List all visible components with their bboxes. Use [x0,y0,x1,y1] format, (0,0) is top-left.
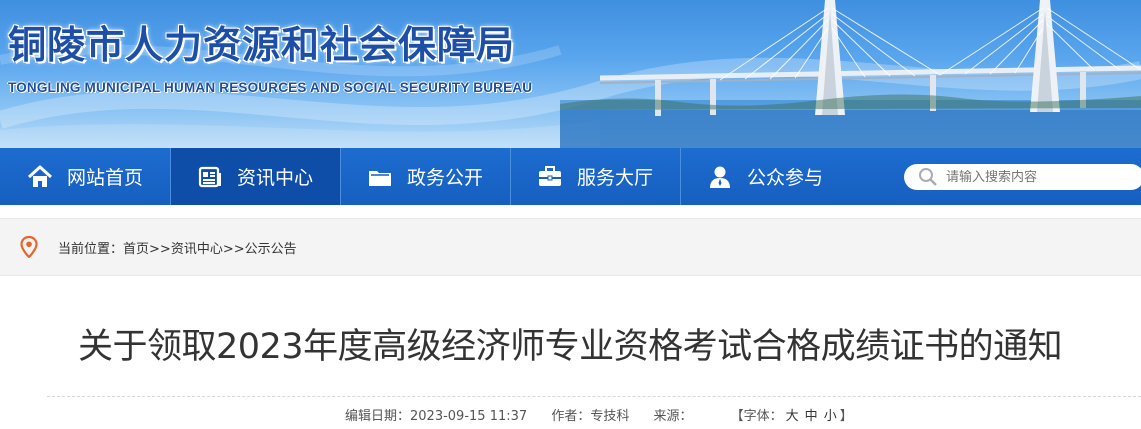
font-size-label: 【字体： [730,409,783,424]
font-size-large-link[interactable]: 大 [786,409,799,424]
author: 作者：专技科 [551,409,629,424]
breadcrumb-separator: >> [149,241,171,257]
nav-item-news[interactable]: 资讯中心 [170,148,340,205]
nav-item-service-hall[interactable]: 服务大厅 [510,148,680,205]
breadcrumb-item-news[interactable]: 资讯中心 [171,242,223,257]
edit-date: 编辑日期：2023-09-15 11:37 [345,409,527,424]
nav-item-public-participation[interactable]: 公众参与 [680,148,850,205]
nav-label-public-participation: 公众参与 [746,167,823,189]
author-value: 专技科 [590,409,630,424]
nav-item-home[interactable]: 网站首页 [0,148,170,205]
nav-label-home: 网站首页 [66,167,143,189]
breadcrumb-separator: >> [222,241,245,257]
font-size-label-close: 】 [839,409,853,424]
source-label: 来源： [653,409,693,424]
briefcase-icon [537,164,563,190]
user-icon [707,164,733,190]
nav-item-gov-affairs[interactable]: 政务公开 [340,148,510,205]
folder-icon [367,164,393,190]
font-size-small-link[interactable]: 小 [824,409,837,424]
search-box [904,164,1141,190]
breadcrumb-item-home[interactable]: 首页 [123,242,149,257]
search-input[interactable] [946,169,1136,185]
bridge-illustration [560,0,1141,148]
site-title: 铜陵市人力资源和社会保障局 [8,23,516,67]
source: 来源： [653,409,692,424]
nav-label-service-hall: 服务大厅 [576,167,653,189]
author-label: 作者： [551,409,591,424]
article-title: 关于领取2023年度高级经济师专业资格考试合格成绩证书的通知 [78,327,1063,367]
breadcrumb: 当前位置：首页>>资讯中心>>公示公告 [58,238,297,257]
edit-date-value: 2023-09-15 11:37 [410,409,528,424]
breadcrumb-prefix: 当前位置： [58,241,124,257]
article-meta: 编辑日期：2023-09-15 11:37 作者：专技科 来源： 【字体：大中小… [345,405,873,424]
breadcrumb-bar: 当前位置：首页>>资讯中心>>公示公告 [0,218,1141,276]
newspaper-icon [197,164,223,190]
header-banner: 铜陵市人力资源和社会保障局 TONGLING MUNICIPAL HUMAN R… [0,0,1141,148]
title-divider [47,396,1141,397]
site-subtitle: TONGLING MUNICIPAL HUMAN RESOURCES AND S… [8,80,533,95]
font-size-medium-link[interactable]: 中 [805,409,818,424]
font-size-switcher: 【字体：大中小】 [731,409,853,424]
home-icon [27,164,53,190]
edit-date-label: 编辑日期： [345,409,411,424]
breadcrumb-item-announcements[interactable]: 公示公告 [245,242,297,257]
main-nav: 网站首页 资讯中心 政务公开 服务大厅 公众参与 [0,148,1141,205]
nav-label-news: 资讯中心 [236,167,313,189]
location-pin-icon [20,236,38,258]
nav-label-gov-affairs: 政务公开 [406,167,483,189]
search-icon[interactable] [918,167,938,187]
